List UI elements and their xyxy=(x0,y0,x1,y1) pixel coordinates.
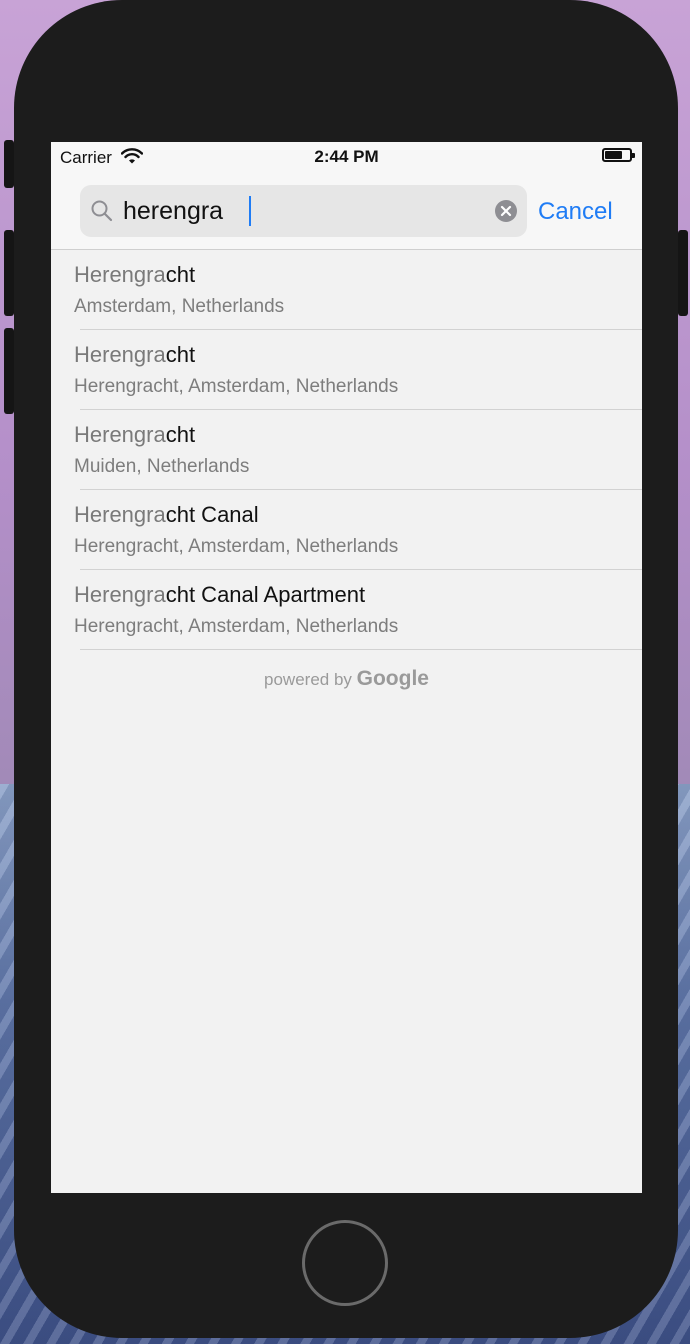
results-list: Herengracht Amsterdam, Netherlands Heren… xyxy=(51,250,642,650)
status-bar: Carrier 2:44 PM xyxy=(51,142,642,172)
result-title-match: Herengra xyxy=(74,582,166,607)
result-row[interactable]: Herengracht Canal Herengracht, Amsterdam… xyxy=(51,490,642,570)
result-row[interactable]: Herengracht Amsterdam, Netherlands xyxy=(51,250,642,330)
result-title-rest: cht Canal Apartment xyxy=(165,582,366,607)
attribution-prefix: powered by xyxy=(264,670,357,689)
home-button[interactable] xyxy=(302,1220,388,1306)
result-title: Herengracht xyxy=(74,342,195,368)
result-row[interactable]: Herengracht Muiden, Netherlands xyxy=(51,410,642,490)
result-row[interactable]: Herengracht Canal Apartment Herengracht,… xyxy=(51,570,642,650)
volume-down-button xyxy=(4,328,14,414)
app-screen: Carrier 2:44 PM herengra Cancel Herengra… xyxy=(51,142,642,1193)
result-title-rest: cht xyxy=(165,422,196,447)
result-title-match: Herengra xyxy=(74,262,166,287)
search-field[interactable] xyxy=(80,185,527,237)
result-subtitle: Muiden, Netherlands xyxy=(74,456,250,477)
row-separator xyxy=(80,649,642,650)
clear-icon[interactable] xyxy=(495,200,517,222)
result-title-match: Herengra xyxy=(74,502,166,527)
result-title-rest: cht xyxy=(165,342,196,367)
battery-icon xyxy=(602,148,635,162)
google-logo: Google xyxy=(356,667,429,690)
cancel-button[interactable]: Cancel xyxy=(538,198,613,226)
result-subtitle: Amsterdam, Netherlands xyxy=(74,296,285,317)
result-subtitle: Herengracht, Amsterdam, Netherlands xyxy=(74,616,399,637)
result-title-match: Herengra xyxy=(74,342,166,367)
clock: 2:44 PM xyxy=(314,147,379,166)
result-title-rest: cht xyxy=(165,262,196,287)
result-subtitle: Herengracht, Amsterdam, Netherlands xyxy=(74,536,399,557)
volume-up-button xyxy=(4,230,14,316)
search-icon xyxy=(90,199,114,223)
result-title: Herengracht Canal Apartment xyxy=(74,582,365,608)
text-cursor xyxy=(249,196,251,226)
result-title: Herengracht Canal xyxy=(74,502,259,528)
result-title-rest: cht Canal xyxy=(165,502,259,527)
search-input[interactable] xyxy=(123,185,483,237)
google-attribution: powered by Google xyxy=(51,667,642,691)
result-row[interactable]: Herengracht Herengracht, Amsterdam, Neth… xyxy=(51,330,642,410)
result-title: Herengracht xyxy=(74,422,195,448)
search-bar: Cancel xyxy=(51,172,642,250)
result-subtitle: Herengracht, Amsterdam, Netherlands xyxy=(74,376,399,397)
result-title: Herengracht xyxy=(74,262,195,288)
power-button xyxy=(678,230,688,316)
result-title-match: Herengra xyxy=(74,422,166,447)
mute-switch xyxy=(4,140,14,188)
